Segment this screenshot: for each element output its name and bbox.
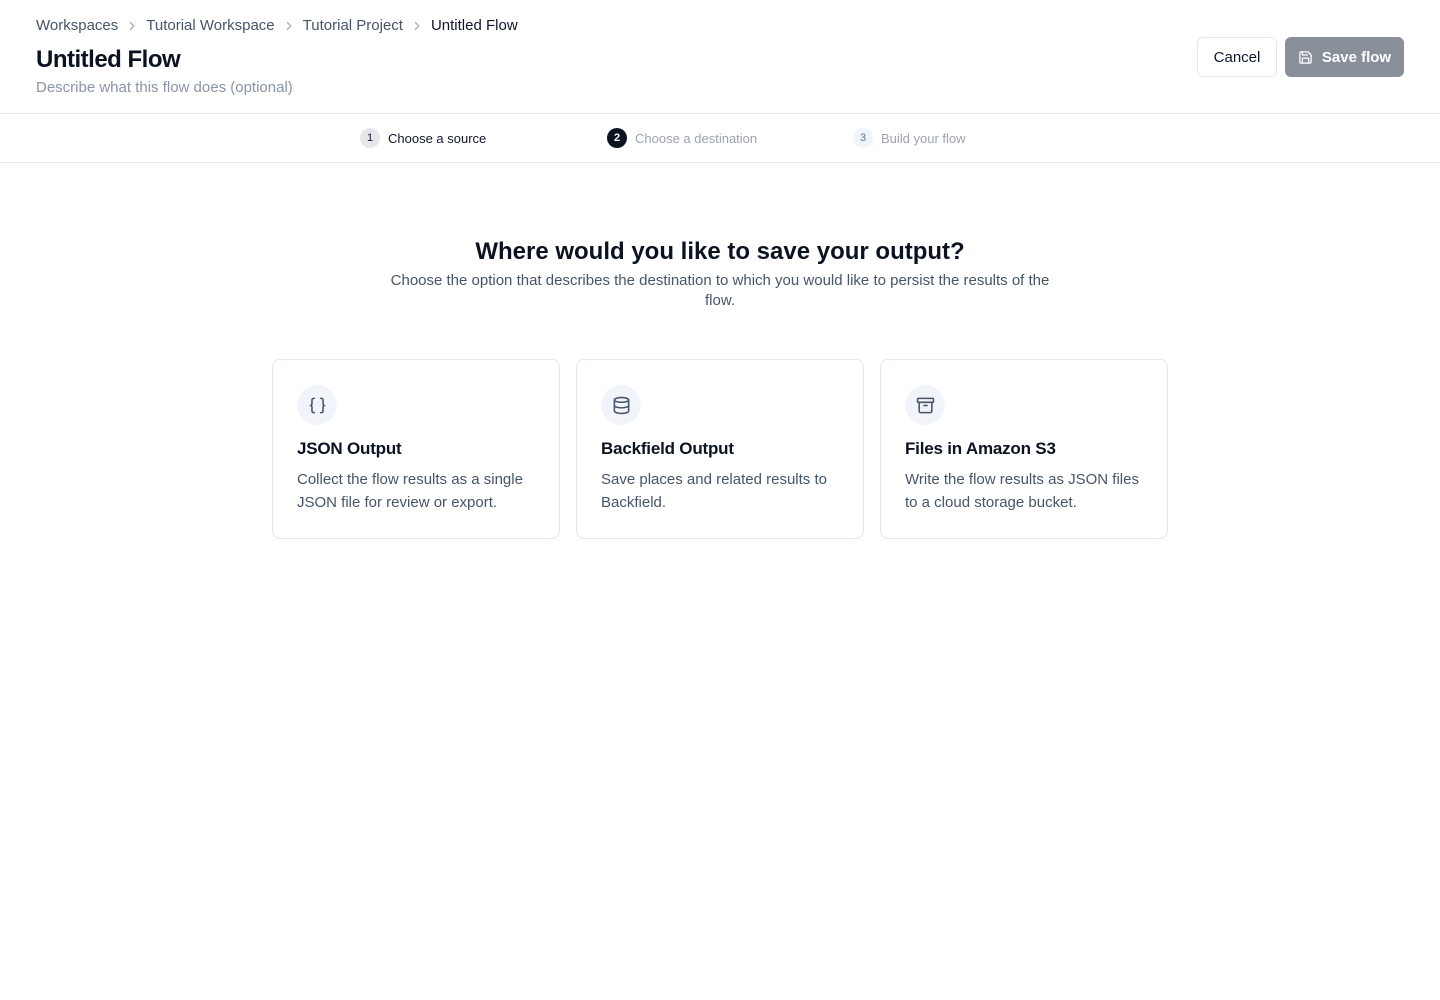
step-number: 3 [853,128,873,148]
chevron-right-icon [275,19,303,33]
option-description: Collect the flow results as a single JSO… [297,471,523,511]
option-description: Save places and related results to Backf… [601,471,827,511]
option-description: Write the flow results as JSON files to … [905,471,1139,511]
option-backfield-output[interactable]: Backfield Output Save places and related… [576,359,864,539]
breadcrumb-current: Untitled Flow [430,17,518,34]
page-header: Workspaces Tutorial Workspace Tutorial P… [0,0,1440,114]
option-amazon-s3[interactable]: Files in Amazon S3 Write the flow result… [880,359,1168,539]
chevron-right-icon [118,19,146,33]
step-choose-destination: 2 Choose a destination [607,128,757,148]
step-label: Choose a destination [635,130,758,146]
step-build-flow: 3 Build your flow [853,128,966,148]
step-number: 2 [607,128,627,148]
breadcrumb: Workspaces Tutorial Workspace Tutorial P… [36,17,518,35]
step-label: Choose a source [388,130,487,146]
breadcrumb-tutorial-workspace[interactable]: Tutorial Workspace [146,17,274,35]
save-icon [1298,50,1313,65]
step-number: 1 [360,128,380,148]
step-label: Build your flow [881,130,966,146]
step-choose-source[interactable]: 1 Choose a source [360,128,486,148]
breadcrumb-tutorial-project[interactable]: Tutorial Project [303,17,403,35]
cancel-button[interactable]: Cancel [1197,37,1277,77]
archive-icon [905,385,945,425]
page-title[interactable]: Untitled Flow [36,46,181,74]
option-title: Backfield Output [601,439,734,458]
header-actions: Cancel Save flow [1197,37,1404,77]
option-title: JSON Output [297,439,402,458]
save-flow-label: Save flow [1321,48,1392,66]
option-title: Files in Amazon S3 [905,439,1056,458]
save-flow-button[interactable]: Save flow [1285,37,1404,77]
destination-options: JSON Output Collect the flow results as … [272,359,1168,539]
destination-heading: Where would you like to save your output… [475,238,965,265]
option-json-output[interactable]: JSON Output Collect the flow results as … [272,359,560,539]
flow-description-field[interactable]: Describe what this flow does (optional) [36,79,293,97]
braces-icon [297,385,337,425]
stepper: 1 Choose a source 2 Choose a destination… [0,114,1440,162]
database-icon [601,385,641,425]
destination-subheading: Choose the option that describes the des… [390,272,1050,309]
stepper-divider [0,162,1440,163]
breadcrumb-workspaces[interactable]: Workspaces [36,17,118,35]
chevron-right-icon [403,19,431,33]
